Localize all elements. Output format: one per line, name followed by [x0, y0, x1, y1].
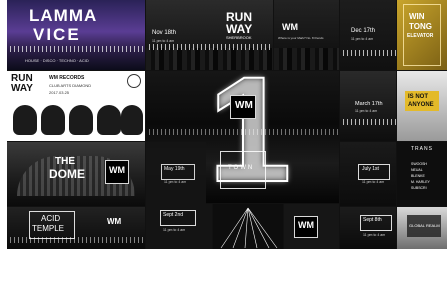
sept8-poster[interactable]: Sept 8th 11 pm to 4 am — [340, 207, 396, 249]
wm-bottom-logo: WM — [298, 220, 314, 230]
not-anyone-2: ANYONE — [408, 102, 434, 108]
lineup-item-1: SWOOSH — [411, 162, 427, 166]
wm-mid-lines: Where is your Mark? No. 8 friends — [278, 36, 324, 40]
dj-portrait-5 — [121, 105, 143, 135]
records-date: 2017.03.25 — [49, 90, 70, 95]
dec17-date: Dec 17th — [351, 28, 376, 34]
lamma-footer: HOUSE · DISCO · TECHNO · ACID — [25, 58, 89, 63]
dj-portrait-3 — [69, 105, 93, 135]
runway-tagline: SHERBROOK — [226, 35, 252, 40]
nov18-date: Nov 18th — [152, 30, 177, 36]
acid-line-1: ACID — [41, 214, 61, 223]
not-anyone-1: IS NOT — [408, 94, 429, 100]
lineup-poster[interactable]: TRANS SWOOSH NEUAL BLENKE M. HARLEY SUBS… — [397, 142, 447, 206]
dj-portrait-1 — [13, 105, 37, 135]
city-lights — [7, 46, 145, 52]
harbour-skyline — [146, 48, 273, 70]
dec-lights — [340, 50, 396, 56]
sept2-sub: 11 pm to 4 am — [163, 228, 186, 232]
center-wm-logo: WM — [235, 100, 253, 111]
nov18-sub: 11 pm to 4 am — [152, 39, 175, 43]
july1-date: July 1st — [362, 166, 379, 172]
dj-portrait-4 — [97, 105, 121, 135]
not-anyone-poster[interactable]: IS NOT ANYONE — [397, 71, 447, 141]
dome-title-2: DOME — [49, 167, 85, 181]
acid-line-2: TEMPLE — [32, 224, 65, 233]
yellow-line-1: WIN — [409, 12, 425, 21]
the-dome-poster[interactable]: THE DOME WM — [7, 142, 145, 206]
dec17-poster[interactable]: Dec 17th 11 pm to 4 am — [340, 0, 396, 70]
records-logo-2: WAY — [11, 83, 33, 94]
wm-harbour-poster[interactable]: WM Where is your Mark? No. 8 friends — [274, 0, 339, 70]
pyramid-lines-icon — [220, 207, 278, 249]
acid-wm-logo: WM — [107, 217, 122, 226]
march17-poster[interactable]: March 17th 11 pm to 4 am — [340, 71, 396, 141]
elevator-poster[interactable]: WIN TONG ELEVATOR — [397, 0, 447, 70]
march17-date: March 17th — [355, 101, 383, 107]
lineup-item-5: SUBSCRI — [411, 186, 427, 190]
lineup-item-4: M. HARLEY — [411, 180, 430, 184]
pyramid-poster[interactable] — [213, 204, 283, 249]
lineup-item-2: NEUAL — [411, 168, 423, 172]
july1-poster[interactable]: July 1st 11 pm to 4 am — [340, 142, 396, 206]
global-realm-poster[interactable]: GLOBAL REALM — [397, 207, 447, 249]
yellow-line-3: ELEVATOR — [407, 33, 434, 39]
records-title: WM RECORDS — [49, 75, 85, 81]
dome-wm-logo: WM — [109, 165, 125, 175]
may19-poster[interactable]: May 19th 11 pm to 4 am — [146, 142, 206, 206]
global-realm-text: GLOBAL REALM — [409, 223, 440, 228]
acid-temple-poster[interactable]: ACID TEMPLE WM — [7, 207, 145, 249]
lamma-title-1: LAMMA — [29, 6, 98, 25]
records-sub: CLUB ARTS DIAMOND — [49, 83, 92, 88]
dome-title-1: THE — [55, 156, 75, 167]
records-badge-icon — [127, 74, 141, 88]
lamma-title-2: VICE — [33, 25, 81, 44]
march17-sub: 11 pm to 4 am — [355, 109, 378, 113]
harbour-lights — [146, 44, 273, 50]
runway-logo-2: WAY — [226, 22, 253, 36]
harbour-skyline-2 — [274, 48, 339, 70]
sept2-poster[interactable]: Sept 2nd 11 pm to 4 am — [146, 204, 212, 249]
runway-harbour-poster[interactable]: RUN WAY SHERBROOK Nov 18th 11 pm to 4 am — [146, 0, 273, 70]
may19-sub: 11 pm to 4 am — [164, 180, 187, 184]
wm-bottom-poster[interactable]: WM — [284, 204, 339, 249]
lineup-header: TRANS — [411, 146, 433, 152]
poster-grid: LAMMA VICE HOUSE · DISCO · TECHNO · ACID… — [7, 0, 447, 249]
march-lights — [340, 119, 396, 125]
temple-lights — [7, 237, 145, 243]
may19-date: May 19th — [164, 166, 185, 172]
dj-portrait-2 — [41, 105, 65, 135]
july1-sub: 11 pm to 4 am — [362, 180, 385, 184]
wm-mid-logo: WM — [282, 22, 298, 32]
wm-records-poster[interactable]: RUN WAY WM RECORDS CLUB ARTS DIAMOND 201… — [7, 71, 145, 141]
sept8-date: Sept 8th — [363, 217, 382, 223]
sept8-sub: 11 pm to 4 am — [363, 233, 386, 237]
lamma-vice-poster[interactable]: LAMMA VICE HOUSE · DISCO · TECHNO · ACID — [7, 0, 145, 70]
sept2-date: Sept 2nd — [163, 212, 184, 218]
lineup-item-3: BLENKE — [411, 174, 425, 178]
center-town: TOWN — [228, 165, 255, 171]
dec17-sub: 11 pm to 4 am — [351, 37, 374, 41]
yellow-line-2: TONG — [409, 22, 432, 31]
